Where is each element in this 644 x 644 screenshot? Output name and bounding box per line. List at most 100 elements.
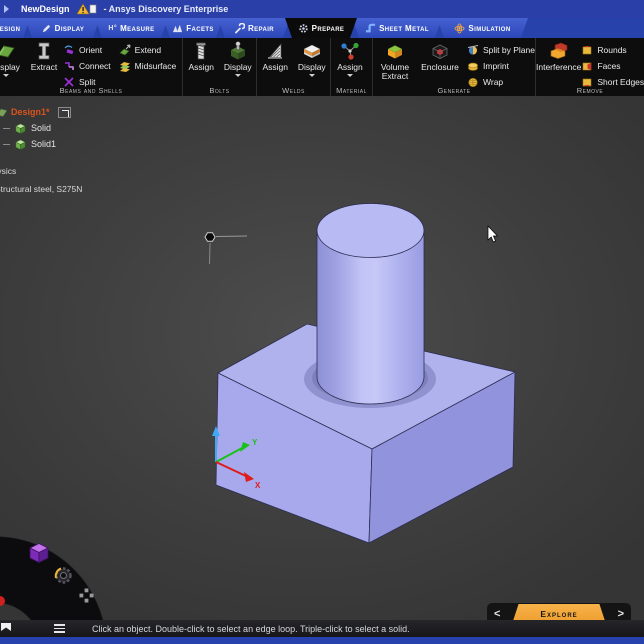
group-material: Assign Material	[331, 38, 373, 96]
group-label-generate: Generate	[437, 86, 471, 95]
connect-button[interactable]: Connect	[63, 59, 111, 73]
tab-facets[interactable]: Facets	[163, 18, 223, 38]
pencil-icon	[41, 23, 52, 34]
structure-tree: Design1* Solid Solid1	[0, 104, 71, 152]
cylinder-top-cap[interactable]	[316, 203, 425, 258]
welds-assign-label: Assign	[262, 62, 288, 72]
imprint-button[interactable]: Imprint	[467, 59, 535, 73]
split-by-plane-icon	[467, 45, 479, 55]
group-bolts: Assign Display Bolts	[183, 38, 257, 96]
taskbar-strip	[0, 637, 644, 644]
enclosure-label: Enclosure	[421, 62, 459, 72]
welds-display-button[interactable]: Display	[294, 40, 331, 77]
midsurface-button[interactable]: Midsurface	[119, 59, 177, 73]
radial-move-icon[interactable]	[79, 588, 94, 603]
volume-extract-button[interactable]: Volume Extract	[373, 40, 417, 81]
tab-repair-label: Repair	[247, 23, 275, 33]
orient-label: Orient	[79, 45, 103, 55]
material-entry-label[interactable]: Structural steel, S275N	[0, 184, 82, 194]
tab-sheet-metal-label: Sheet Metal	[379, 23, 429, 33]
cylinder-solid[interactable]	[316, 203, 425, 405]
solid-cube-icon	[15, 123, 26, 134]
solid-cube-icon	[15, 139, 26, 150]
explore-label: Explore	[540, 609, 578, 619]
beam-extract-icon	[38, 42, 50, 60]
extend-label: Extend	[134, 45, 162, 55]
group-remove: Interference Rounds Faces Short Edges Re…	[536, 38, 644, 96]
tab-sheet-metal[interactable]: Sheet Metal	[352, 18, 442, 38]
tab-measure-label: Measure	[120, 23, 155, 33]
facets-icon	[172, 23, 183, 34]
midsurface-label: Midsurface	[134, 61, 177, 71]
tab-display[interactable]: Display	[25, 18, 100, 38]
orient-icon	[64, 45, 74, 55]
remove-rounds-icon	[583, 46, 592, 55]
tab-simulation-label: Simulation	[468, 23, 511, 33]
remove-faces-label: Faces	[597, 61, 621, 71]
enclosure-button[interactable]: Enclosure	[417, 40, 463, 72]
tab-facets-label: Facets	[186, 23, 214, 33]
group-welds: Assign Display Welds	[257, 38, 331, 96]
status-hint-text: Click an object. Double-click to select …	[92, 623, 410, 634]
bolts-display-button[interactable]: Display	[220, 40, 257, 77]
explore-button[interactable]: Explore	[512, 604, 606, 620]
radial-solid-mode-icon[interactable]	[26, 540, 52, 566]
extend-icon	[119, 44, 131, 56]
status-menu-icon[interactable]	[54, 624, 65, 633]
tab-simulation[interactable]: Simulation	[437, 18, 528, 38]
material-assign-label: Assign	[337, 62, 363, 72]
shells-display-label: Display	[0, 62, 20, 72]
bolt-display-icon	[230, 41, 245, 60]
gear-icon	[298, 23, 309, 34]
viewport-3d[interactable]: Y X Design1* Solid Solid1 sics Structura…	[0, 96, 644, 620]
imprint-label: Imprint	[483, 61, 509, 71]
orient-button[interactable]: Orient	[63, 43, 111, 57]
tab-measure[interactable]: H° Measure	[95, 18, 168, 38]
welds-assign-button[interactable]: Assign	[257, 40, 294, 72]
quick-access-arrow-icon[interactable]	[4, 5, 9, 13]
remove-rounds-button[interactable]: Rounds	[581, 43, 644, 57]
explore-next-button[interactable]: >	[618, 603, 624, 620]
material-assign-button[interactable]: Assign	[331, 40, 369, 77]
status-flag-icon[interactable]	[1, 622, 12, 635]
shells-display-button[interactable]: Display	[0, 40, 25, 77]
chevron-down-icon	[308, 74, 315, 77]
group-beams-and-shells: Display Extract Orient	[0, 38, 183, 96]
extend-button[interactable]: Extend	[119, 43, 177, 57]
radial-settings-gear-icon[interactable]	[52, 564, 75, 587]
group-label-welds: Welds	[282, 86, 305, 95]
volume-extract-label: Volume Extract	[380, 62, 410, 81]
tree-item-solid1[interactable]: Solid1	[0, 136, 71, 152]
axis-y-label: Y	[252, 438, 258, 447]
tree-connector	[3, 127, 10, 129]
imprint-icon	[468, 62, 478, 71]
tree-connector	[3, 143, 10, 145]
physics-section-label[interactable]: Physics	[0, 166, 16, 176]
connect-label: Connect	[79, 61, 111, 71]
explore-control: < Explore >	[487, 603, 631, 620]
tab-repair[interactable]: Repair	[218, 18, 290, 38]
ribbon: Display Extract Orient	[0, 38, 644, 96]
tab-design[interactable]: Design	[0, 18, 30, 38]
group-label-bolts: Bolts	[209, 86, 230, 95]
material-molecule-icon	[341, 42, 359, 60]
split-by-plane-button[interactable]: Split by Plane	[467, 43, 535, 57]
ribbon-tab-bar: Design Display H° Measure Facets Repair …	[0, 18, 644, 38]
chevron-down-icon	[347, 74, 353, 77]
group-label-remove: Remove	[576, 86, 604, 95]
extract-beam-button[interactable]: Extract	[25, 40, 63, 72]
remove-faces-button[interactable]: Faces	[581, 59, 644, 73]
welds-display-label: Display	[297, 62, 326, 72]
interference-button[interactable]: Interference	[536, 40, 581, 72]
tree-root-row[interactable]: Design1*	[0, 104, 71, 120]
bolts-assign-button[interactable]: Assign	[183, 40, 220, 72]
tree-item-solid-label: Solid	[31, 123, 52, 133]
simulation-icon	[454, 23, 465, 34]
enclosure-icon	[432, 44, 448, 59]
app-window: NewDesign - Ansys Discovery Enterprise D…	[0, 0, 644, 644]
tab-prepare[interactable]: Prepare	[285, 18, 357, 38]
open-design-icon[interactable]	[57, 106, 71, 118]
explore-prev-button[interactable]: <	[494, 603, 500, 620]
connect-icon	[65, 62, 74, 70]
tree-item-solid[interactable]: Solid	[0, 120, 71, 136]
